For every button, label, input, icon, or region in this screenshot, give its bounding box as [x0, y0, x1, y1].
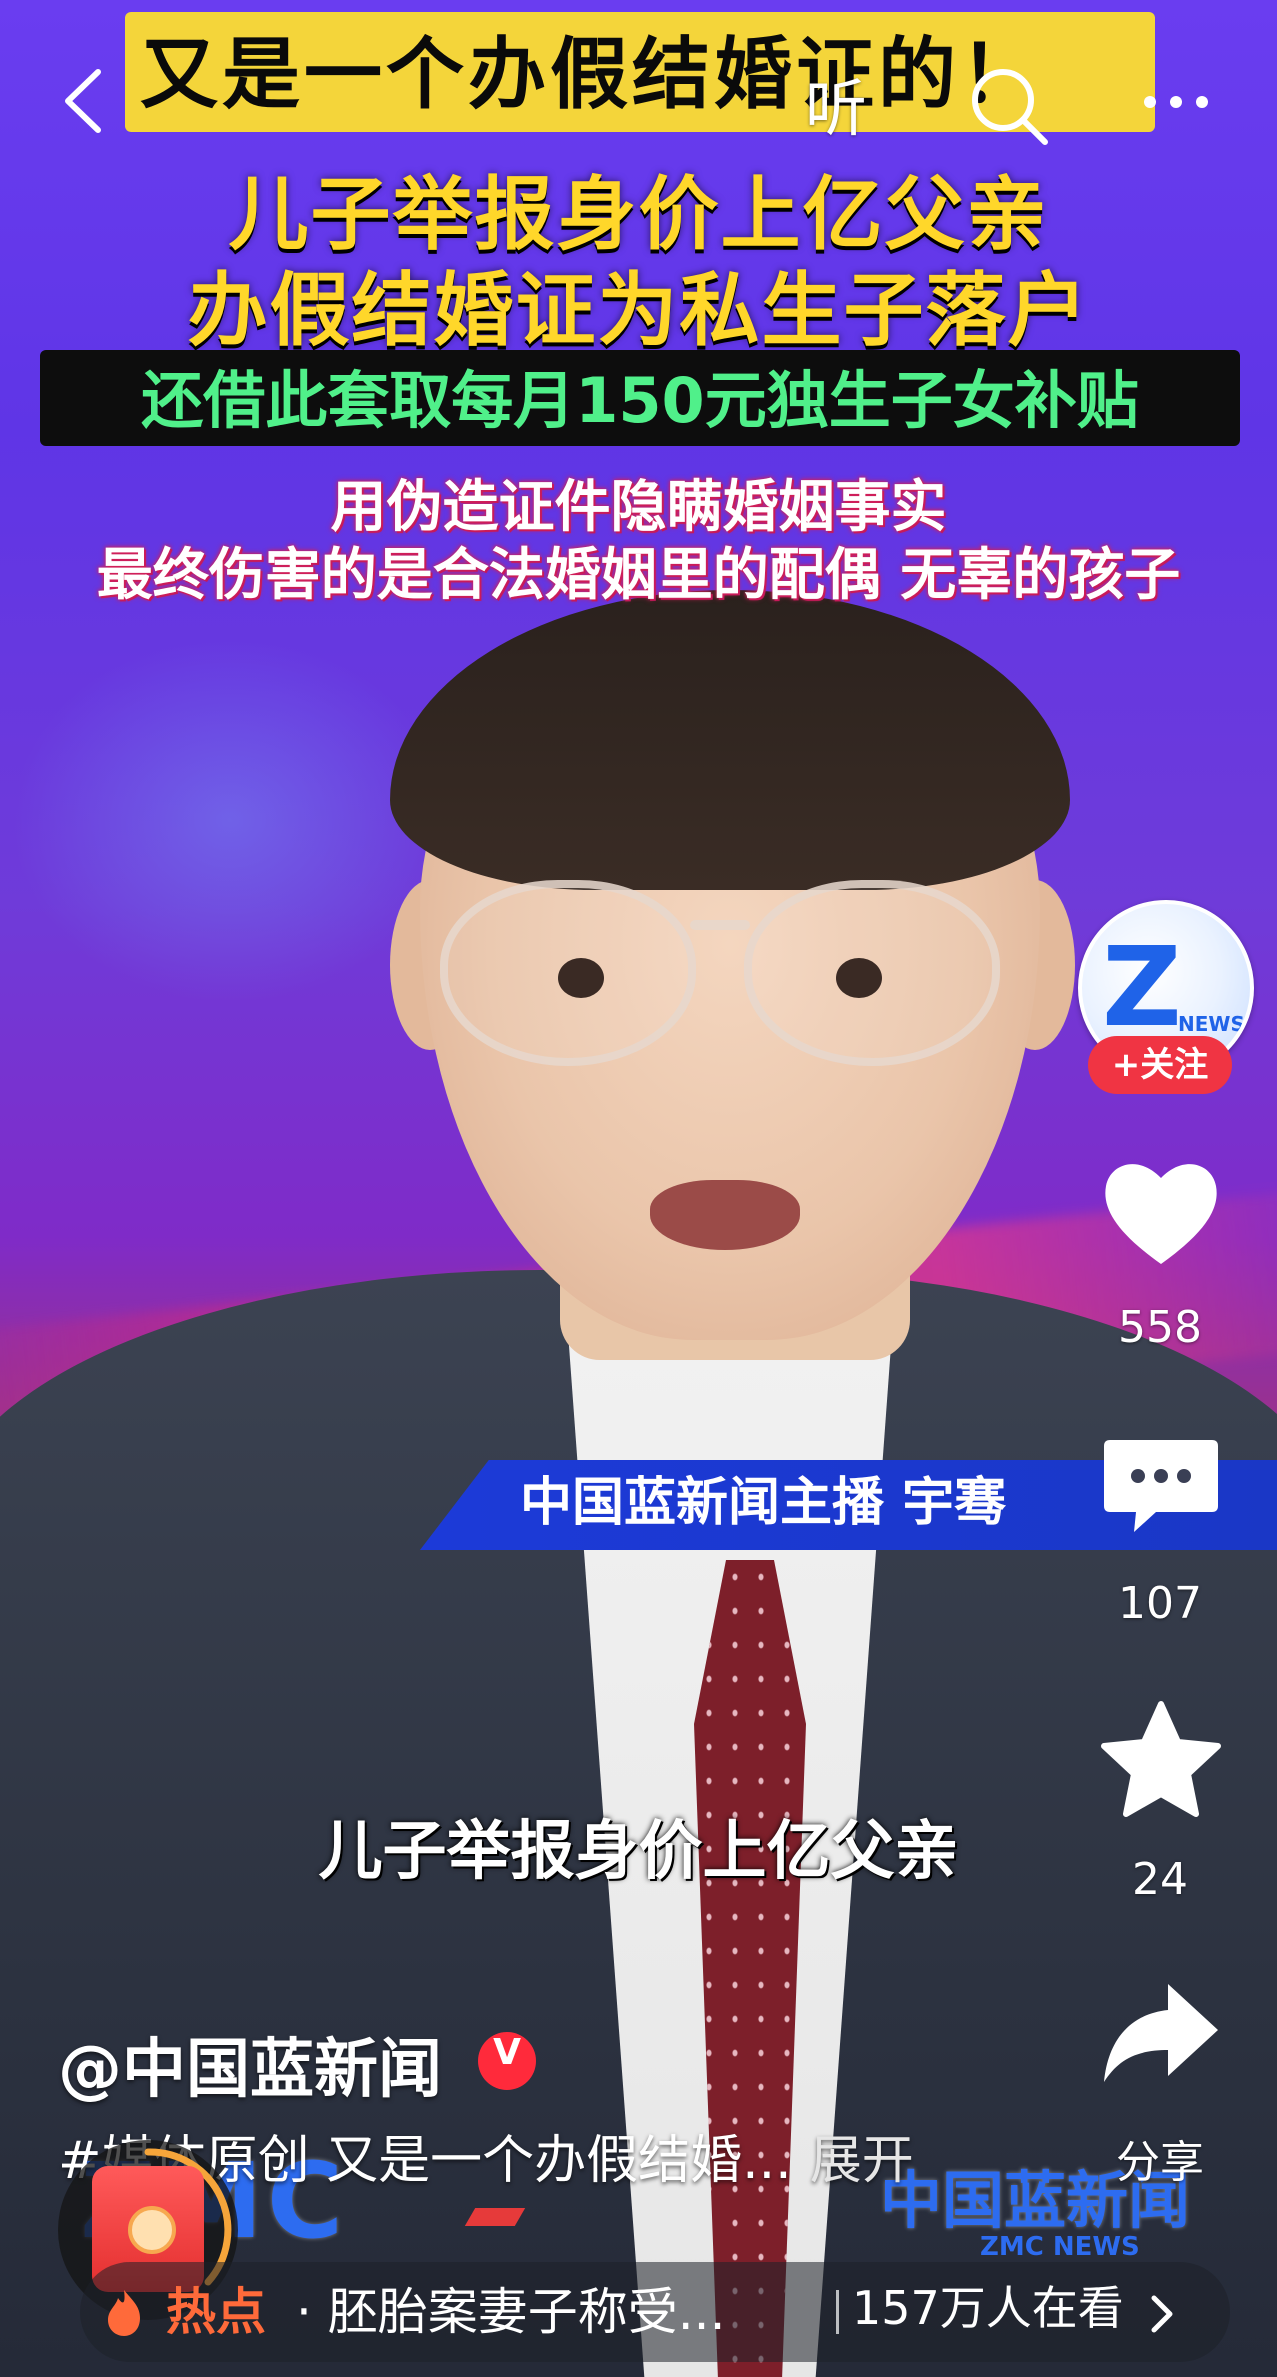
search-icon[interactable] — [965, 62, 1051, 148]
chevron-right-icon[interactable] — [1150, 2294, 1174, 2334]
listen-button[interactable]: 听 — [805, 58, 867, 148]
share-label: 分享 — [1116, 2137, 1204, 2188]
comment-count: 107 — [1118, 1578, 1202, 1629]
like-count: 558 — [1118, 1302, 1202, 1353]
hot-divider — [836, 2290, 839, 2334]
fire-icon — [108, 2290, 140, 2336]
hot-viewer-count: 157万人在看 — [852, 2281, 1124, 2335]
comment-icon[interactable] — [1096, 1420, 1226, 1550]
anchor-glasses — [440, 880, 1000, 1066]
like-icon[interactable] — [1096, 1148, 1226, 1278]
anchor-hair — [390, 590, 1070, 890]
favorite-star-icon[interactable] — [1096, 1694, 1226, 1824]
author-name[interactable]: @中国蓝新闻 — [58, 2018, 442, 2110]
green-caption: 还借此套取每月150元独生子女补贴 — [141, 364, 1139, 437]
more-icon[interactable] — [1140, 82, 1212, 122]
verified-badge-icon: V — [478, 2032, 536, 2090]
avatar-news-text: NEWS — [1178, 1012, 1245, 1036]
anchor-mouth — [650, 1180, 800, 1250]
favorite-count: 24 — [1132, 1854, 1188, 1905]
hot-label: 热点 — [166, 2283, 266, 2341]
zmc-logo-slash — [464, 2208, 526, 2226]
pink-caption-2: 最终伤害的是合法婚姻里的配偶 无辜的孩子 — [96, 543, 1181, 608]
top-bar — [0, 40, 1277, 160]
hot-topic-title: · 胚胎案妻子称受... — [296, 2283, 726, 2341]
back-icon[interactable] — [60, 66, 104, 136]
follow-button[interactable]: +关注 — [1088, 1036, 1232, 1094]
share-icon[interactable] — [1096, 1970, 1226, 2100]
video-screen[interactable]: 又是一个办假结婚证的！ 儿子举报身价上亿父亲 办假结婚证为私生子落户 还借此套取… — [0, 0, 1277, 2377]
expand-link[interactable]: 展开 — [810, 2131, 914, 2191]
zmc-news-logo-en: ZMC NEWS — [980, 2232, 1140, 2262]
headline-line-3: 办假结婚证为私生子落户 — [187, 264, 1090, 357]
red-envelope-coin-icon — [128, 2206, 176, 2254]
